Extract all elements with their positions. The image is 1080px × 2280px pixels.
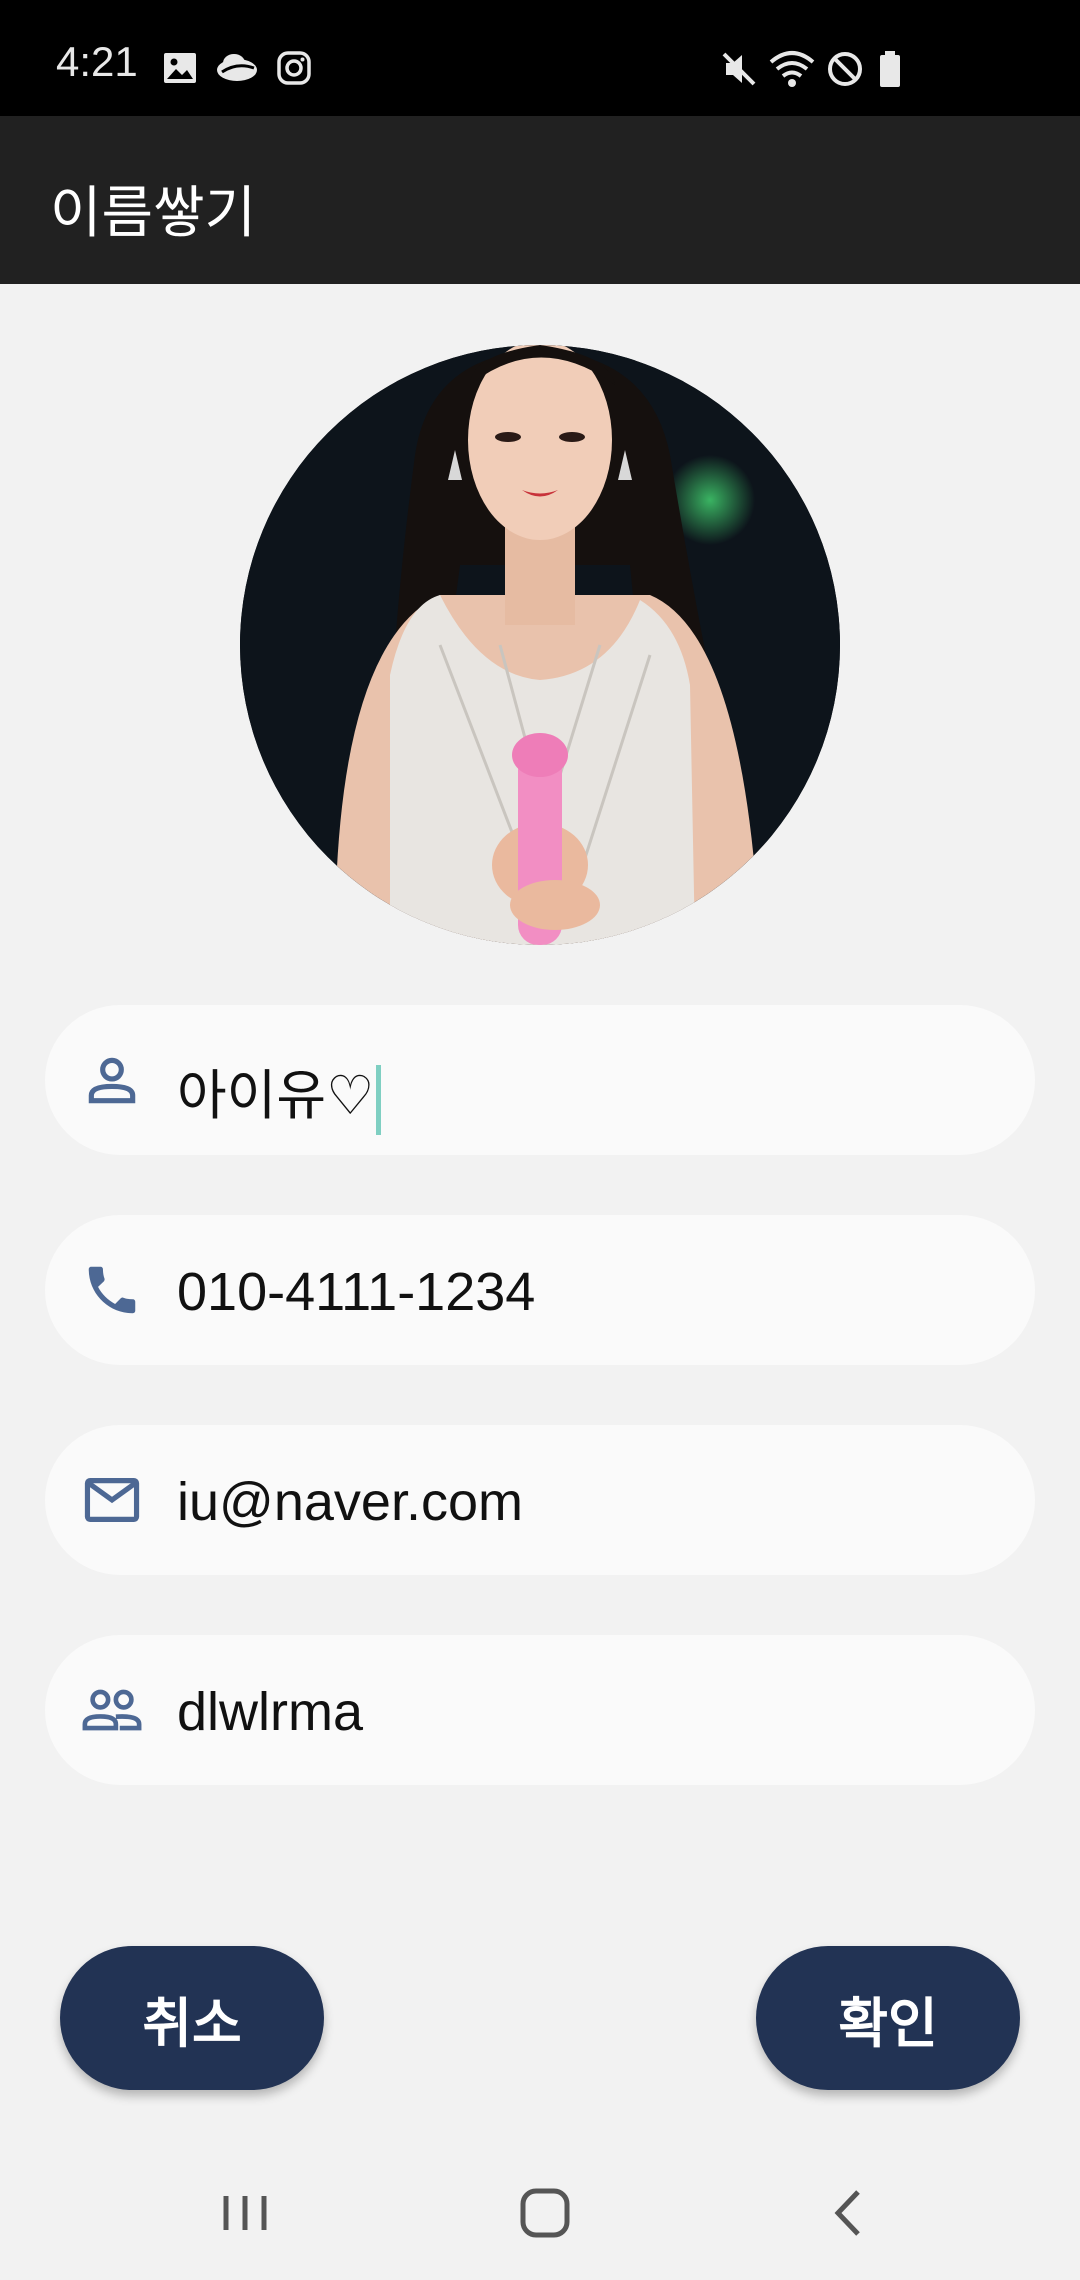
profile-photo-illustration (240, 345, 840, 945)
text-caret (376, 1064, 382, 1135)
wifi-icon (769, 51, 815, 87)
back-icon[interactable] (814, 2178, 884, 2248)
do-not-disturb-icon (828, 52, 862, 86)
app-title: 이름쌓기 (50, 181, 257, 246)
name-value[interactable]: 아이유♡ (177, 1051, 382, 1135)
status-bar: 4:21 (0, 0, 1080, 116)
group-value[interactable]: dlwlrma (177, 1681, 363, 1743)
cloud-icon (217, 54, 257, 81)
phone-value[interactable]: 010-4111-1234 (177, 1261, 535, 1323)
person-icon (88, 1057, 136, 1104)
name-field[interactable]: 아이유♡ (45, 1005, 1035, 1155)
confirm-button[interactable]: 확인 (756, 1946, 1020, 2090)
instagram-icon (277, 51, 311, 85)
group-icon (82, 1689, 142, 1731)
status-time: 4:21 (56, 38, 138, 85)
app-bar: 이름쌓기 (0, 116, 1080, 284)
mail-icon (84, 1478, 140, 1522)
group-field[interactable]: dlwlrma (45, 1635, 1035, 1785)
navigation-bar (0, 2148, 1080, 2280)
recents-icon[interactable] (210, 2178, 280, 2248)
home-icon[interactable] (510, 2178, 580, 2248)
battery-icon (880, 51, 900, 87)
phone-icon (88, 1266, 136, 1314)
profile-photo[interactable] (240, 345, 840, 945)
gallery-icon (164, 53, 196, 83)
cancel-button[interactable]: 취소 (60, 1946, 324, 2090)
mute-icon (722, 52, 756, 86)
email-value[interactable]: iu@naver.com (177, 1471, 523, 1533)
phone-field[interactable]: 010-4111-1234 (45, 1215, 1035, 1365)
email-field[interactable]: iu@naver.com (45, 1425, 1035, 1575)
